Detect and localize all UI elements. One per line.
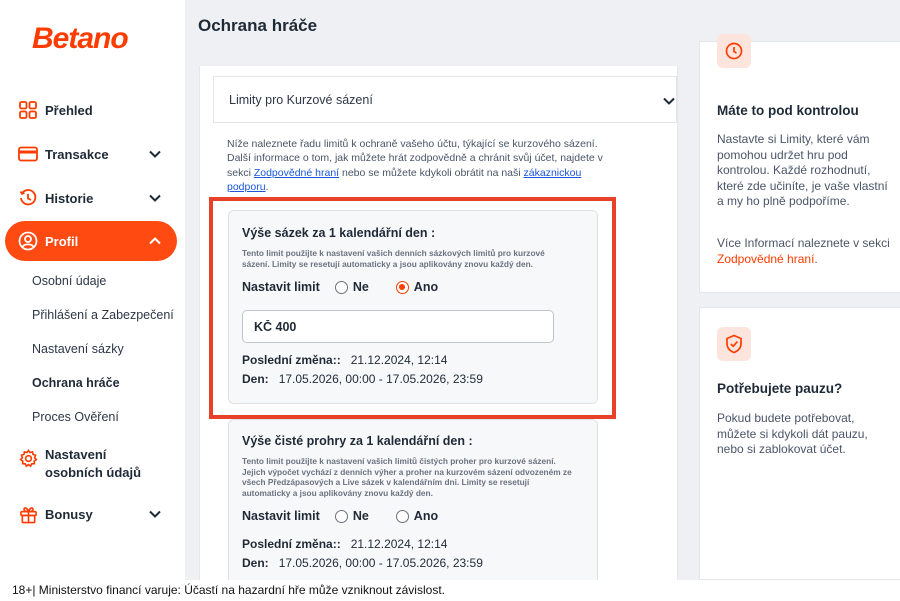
day-value: 17.05.2026, 00:00 - 17.05.2026, 23:59 — [278, 556, 483, 570]
limit-title: Výše čisté prohry za 1 kalendářní den : — [242, 434, 473, 448]
last-change-label: Poslední změna:: — [242, 537, 341, 551]
clock-icon — [717, 34, 751, 68]
footer-warning: 18+| Ministerstvo financí varuje: Účastí… — [0, 580, 900, 601]
sidebar-item-label: Bonusy — [45, 506, 93, 522]
gift-icon — [18, 504, 38, 524]
accordion-kurzove-sazeni[interactable]: Limity pro Kurzové sázení — [213, 76, 677, 123]
sidebar-item-bonusy[interactable]: Bonusy — [0, 504, 185, 524]
shield-icon — [717, 327, 751, 361]
radio-circle — [334, 509, 348, 523]
chevron-down-icon — [149, 194, 161, 202]
info-card-text: Pokud budete potřebovat, můžete si kdyko… — [717, 411, 868, 456]
highlight-box — [209, 197, 616, 419]
sidebar-subitem-prihlaseni[interactable]: Přihlášení a Zabezpečení — [32, 308, 174, 322]
card-icon — [18, 144, 38, 164]
sidebar-item-prehled[interactable]: Přehled — [0, 100, 185, 120]
sidebar-item-profil[interactable]: Profil — [5, 221, 177, 261]
set-limit-label: Nastavit limit — [242, 509, 320, 523]
sidebar-item-transakce[interactable]: Transakce — [0, 144, 185, 164]
sidebar-item-label-line1: Nastavení — [45, 447, 107, 462]
sidebar-item-label: Profil — [45, 233, 79, 249]
last-change-value: 21.12.2024, 12:14 — [350, 537, 448, 551]
history-icon — [18, 188, 38, 208]
intro-text-part: nebo se můžete kdykoli obrátit na naši — [339, 166, 524, 179]
info-card-control: Máte to pod kontrolou Nastavte si Limity… — [699, 34, 900, 293]
sidebar-item-nastaveni-udaju[interactable]: Nastavení osobních údajů — [0, 446, 185, 482]
sidebar-item-label: Historie — [45, 190, 94, 206]
sidebar-subitem-osobni-udaje[interactable]: Osobní údaje — [32, 274, 106, 288]
sidebar-item-label: Transakce — [45, 146, 109, 162]
intro-text-part: . — [265, 180, 269, 193]
info-card-text: Nastavte si Limity, které vám pomohou ud… — [717, 132, 888, 208]
chevron-down-icon — [663, 97, 675, 105]
sidebar-item-label: Přehled — [45, 102, 93, 118]
gear-icon — [18, 448, 38, 468]
day-label: Den: — [242, 556, 269, 570]
page-title: Ochrana hráče — [198, 16, 318, 35]
radio-no[interactable]: Ne — [334, 509, 369, 523]
limit-day: Den: 17.05.2026, 00:00 - 17.05.2026, 23:… — [242, 556, 483, 570]
responsible-gaming-link[interactable]: Zodpovědné hraní — [254, 167, 339, 179]
sidebar: Betano Přehled Transakce Historie Profil… — [0, 0, 185, 580]
limit-description: Tento limit použijte k nastavení vašich … — [242, 456, 572, 498]
radio-yes[interactable]: Ano — [395, 509, 439, 523]
info-card-more: Více Informací naleznete v sekci Zodpově… — [717, 236, 892, 267]
accordion-label: Limity pro Kurzové sázení — [229, 93, 373, 107]
info-card-title: Potřebujete pauzu? — [717, 381, 843, 396]
limit-card-daily-net-loss: Výše čisté prohry za 1 kalendářní den : … — [228, 419, 598, 580]
chevron-down-icon — [149, 150, 161, 158]
last-change: Poslední změna:: 21.12.2024, 12:14 — [242, 537, 447, 551]
sidebar-item-historie[interactable]: Historie — [0, 188, 185, 208]
info-card-title: Máte to pod kontrolou — [717, 103, 859, 118]
intro-text: Níže naleznete řadu limitů k ochraně vaš… — [227, 137, 607, 194]
info-card-more-end: . — [814, 251, 818, 266]
brand-logo[interactable]: Betano — [32, 22, 129, 56]
limit-toggle-row: Nastavit limit Ne Ano — [242, 509, 438, 523]
chevron-down-icon — [149, 510, 161, 518]
sidebar-subitem-ochrana-hrace[interactable]: Ochrana hráče — [32, 376, 120, 390]
sidebar-subitem-proces-overeni[interactable]: Proces Ověření — [32, 410, 119, 424]
user-icon — [18, 231, 38, 251]
info-card-pause: Potřebujete pauzu? Pokud budete potřebov… — [699, 307, 900, 580]
responsible-gaming-link[interactable]: Zodpovědné hraní — [717, 252, 814, 266]
info-card-more-text: Více Informací naleznete v sekci — [717, 236, 890, 250]
chevron-up-icon — [149, 237, 161, 245]
grid-icon — [18, 100, 38, 120]
sidebar-subitem-nastaveni-sazky[interactable]: Nastavení sázky — [32, 342, 124, 356]
radio-circle — [395, 509, 409, 523]
sidebar-item-label-line2: osobních údajů — [45, 465, 142, 480]
radio-label: Ano — [413, 509, 439, 523]
radio-label: Ne — [352, 509, 369, 523]
